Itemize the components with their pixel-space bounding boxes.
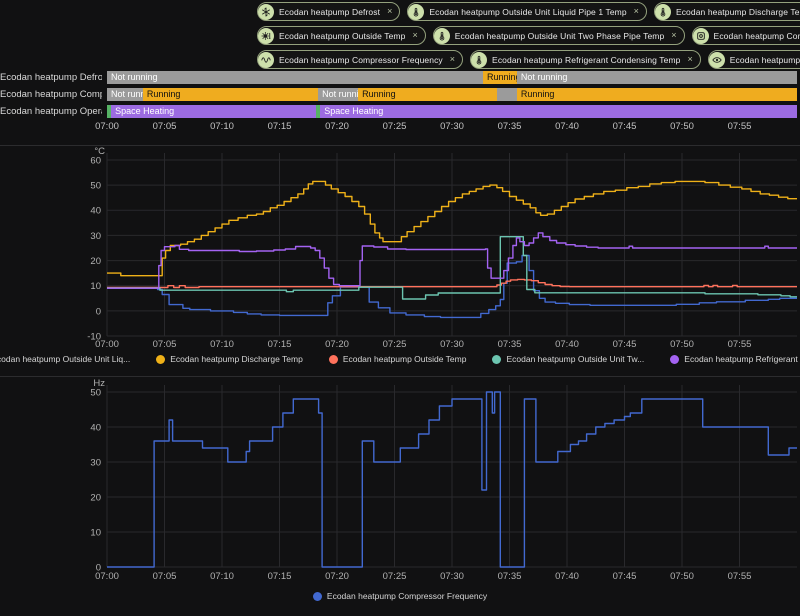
legend-label: Ecodan heatpump Refrigerant Con...: [684, 354, 800, 364]
x-tick-label: 07:35: [498, 339, 522, 350]
x-tick-label: 07:45: [613, 339, 637, 350]
x-tick-label: 07:05: [153, 339, 177, 350]
x-tick-label: 07:20: [325, 339, 349, 350]
legend-item-ecodan-heatpump-discharge-temp[interactable]: Ecodan heatpump Discharge Temp: [156, 354, 303, 364]
legend-label: Ecodan heatpump Outside Temp: [342, 354, 467, 364]
x-tick-label: 07:00: [95, 571, 119, 582]
y-tick-label: 40: [90, 206, 101, 217]
x-tick-label: 07:50: [670, 339, 694, 350]
x-tick-label: 07:15: [268, 339, 292, 350]
y-tick-label: 20: [90, 492, 101, 503]
legend-dot-icon: [670, 354, 680, 364]
x-tick-label: 07:50: [670, 571, 694, 582]
x-tick-label: 07:00: [95, 339, 119, 350]
x-tick-label: 07:30: [440, 571, 464, 582]
legend-label: Ecodan heatpump Outside Unit Tw...: [506, 354, 645, 364]
legend-item-ecodan-heatpump-outside-unit-tw[interactable]: Ecodan heatpump Outside Unit Tw...: [492, 354, 644, 364]
legend-item-ecodan-heatpump-refrigerant-con[interactable]: Ecodan heatpump Refrigerant Con...: [670, 354, 800, 364]
x-tick-label: 07:35: [498, 571, 522, 582]
y-tick-label: 20: [90, 256, 101, 267]
y-tick-label: 10: [90, 527, 101, 538]
temp-chart-plot-area[interactable]: [107, 153, 797, 336]
legend-dot-icon: [492, 354, 502, 364]
x-tick-label: 07:10: [210, 571, 234, 582]
freq-chart-plot-area[interactable]: [107, 385, 797, 567]
x-tick-label: 07:40: [555, 339, 579, 350]
y-tick-label: 40: [90, 422, 101, 433]
x-tick-label: 07:30: [440, 339, 464, 350]
legend-dot-icon: [156, 354, 166, 364]
legend-item-ecodan-heatpump-outside-temp[interactable]: Ecodan heatpump Outside Temp: [328, 354, 467, 364]
x-tick-label: 07:15: [268, 571, 292, 582]
x-tick-label: 07:20: [325, 571, 349, 582]
legend-label: Ecodan heatpump Discharge Temp: [170, 354, 303, 364]
legend-item-ecodan-heatpump-compressor-frequency[interactable]: Ecodan heatpump Compressor Frequency: [312, 591, 488, 601]
x-tick-label: 07:25: [383, 339, 407, 350]
y-tick-label: 50: [90, 387, 101, 398]
freq-chart-legend: Ecodan heatpump Compressor Frequency: [0, 591, 800, 601]
history-charts: °C6050403020100-1007:00 07:05 07:10 07:15 07…: [87, 146, 797, 582]
history-panel: { "colors": { "page_bg": "#111112", "gri…: [0, 0, 800, 616]
freq-chart: Hz5040302010007:00 07:05 07:10 07:15 07:20 07…: [90, 378, 797, 582]
x-tick-label: 07:25: [383, 571, 407, 582]
x-tick-label: 07:05: [153, 571, 177, 582]
legend-dot-icon: [312, 591, 322, 601]
legend-label: Ecodan heatpump Compressor Frequency: [326, 591, 488, 601]
legend-dot-icon: [328, 354, 338, 364]
x-tick-label: 07:40: [555, 571, 579, 582]
y-tick-label: 0: [96, 306, 101, 317]
legend-item-ecodan-heatpump-outside-unit-liq[interactable]: Ecodan heatpump Outside Unit Liq...: [0, 354, 130, 364]
x-tick-label: 07:55: [728, 339, 752, 350]
y-tick-label: 30: [90, 231, 101, 242]
x-tick-label: 07:45: [613, 571, 637, 582]
temp-chart-legend: Ecodan heatpump Outside Unit Liq... Ecoda…: [0, 354, 800, 364]
y-tick-label: 50: [90, 181, 101, 192]
x-tick-label: 07:10: [210, 339, 234, 350]
section-divider-2: [0, 376, 800, 377]
temp-chart: °C6050403020100-1007:00 07:05 07:10 07:15 07…: [87, 146, 797, 350]
legend-label: Ecodan heatpump Outside Unit Liq...: [0, 354, 131, 364]
y-tick-label: 10: [90, 281, 101, 292]
y-tick-label: 60: [90, 155, 101, 166]
y-tick-label: 30: [90, 457, 101, 468]
x-tick-label: 07:55: [728, 571, 752, 582]
